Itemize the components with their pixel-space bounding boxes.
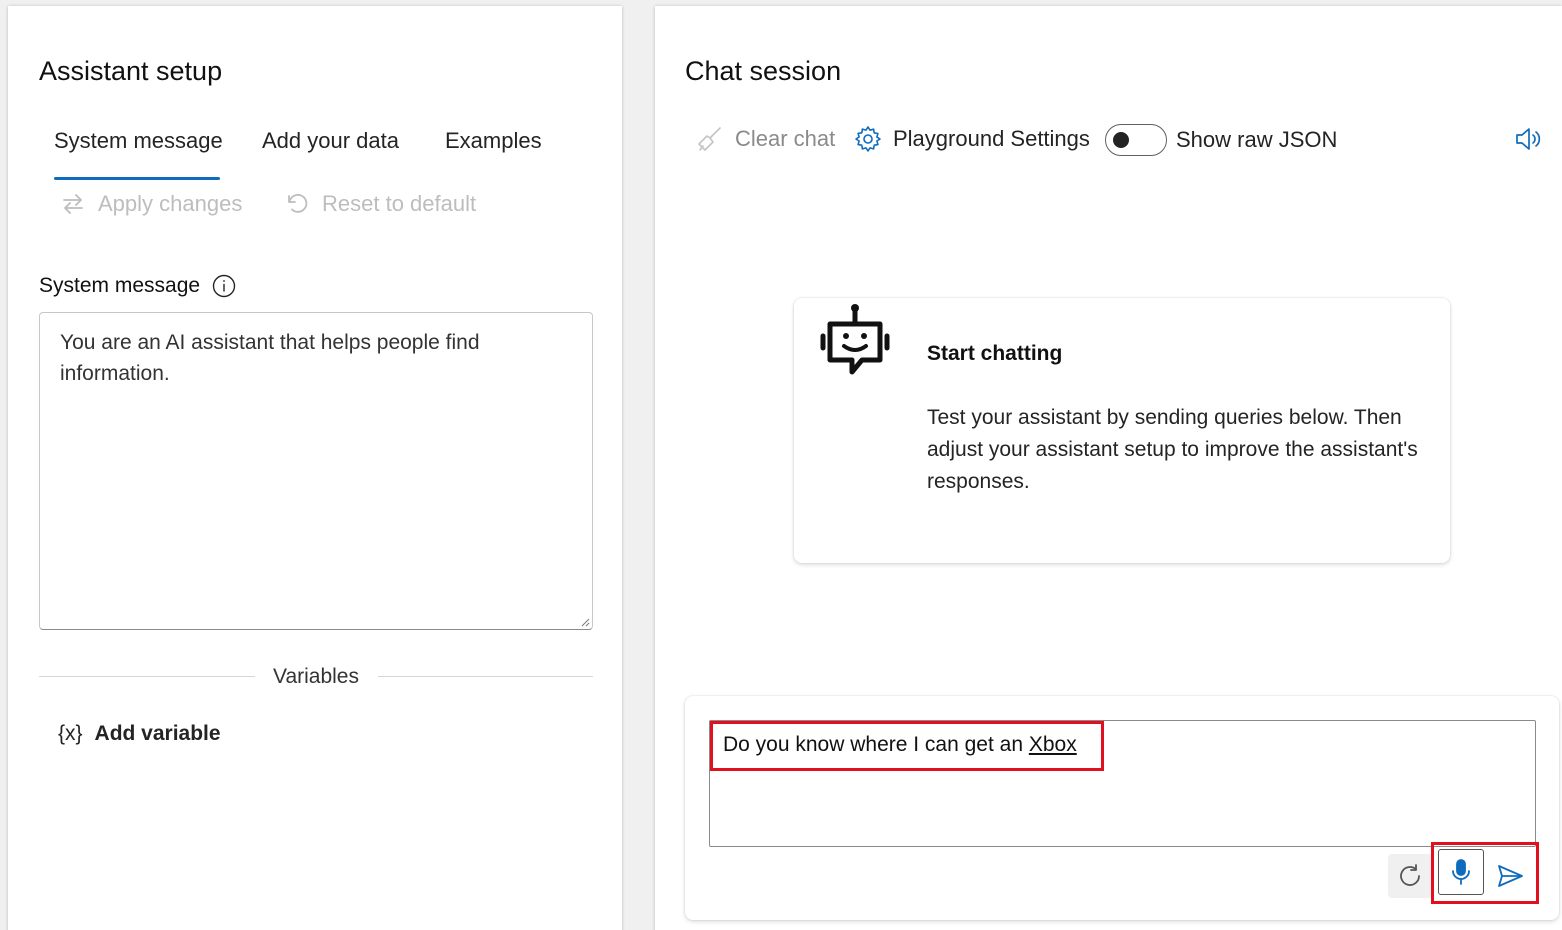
assistant-setup-panel: Assistant setup System message Add your … bbox=[8, 6, 622, 930]
tab-system-message[interactable]: System message bbox=[54, 128, 223, 154]
start-chatting-body: Test your assistant by sending queries b… bbox=[927, 406, 1418, 493]
reset-to-default-label: Reset to default bbox=[322, 191, 477, 216]
start-chatting-card: Start chatting Test your assistant by se… bbox=[794, 298, 1450, 563]
add-variable-button[interactable]: {x} Add variable bbox=[58, 722, 221, 746]
active-tab-indicator bbox=[54, 177, 220, 180]
tab-add-your-data[interactable]: Add your data bbox=[262, 128, 399, 154]
start-chatting-title: Start chatting bbox=[927, 342, 1063, 365]
broom-icon bbox=[698, 127, 721, 151]
variables-divider-left bbox=[39, 676, 255, 677]
system-message-label: System message bbox=[39, 274, 201, 297]
refresh-icon bbox=[1400, 864, 1420, 886]
add-variable-label: Add variable bbox=[94, 722, 221, 745]
refresh-button[interactable] bbox=[1388, 854, 1432, 898]
variables-label: Variables bbox=[273, 665, 359, 688]
swap-arrows-icon bbox=[63, 194, 83, 214]
robot-icon bbox=[820, 304, 890, 375]
clear-chat-button[interactable]: Clear chat bbox=[695, 124, 835, 154]
send-icon bbox=[1498, 865, 1523, 887]
assistant-setup-title: Assistant setup bbox=[39, 56, 223, 86]
chat-session-panel: Chat session Clear chat Playground Setti… bbox=[655, 6, 1562, 930]
system-message-textarea[interactable]: You are an AI assistant that helps peopl… bbox=[39, 312, 593, 630]
apply-changes-label: Apply changes bbox=[98, 191, 243, 216]
reset-to-default-button[interactable]: Reset to default bbox=[284, 191, 476, 217]
chat-input-text: Do you know where I can get an Xbox bbox=[723, 733, 1077, 757]
microphone-button[interactable] bbox=[1438, 849, 1484, 895]
chat-session-title: Chat session bbox=[685, 56, 842, 86]
microphone-icon bbox=[1452, 859, 1470, 885]
apply-changes-button[interactable]: Apply changes bbox=[60, 191, 242, 217]
clear-chat-label: Clear chat bbox=[735, 126, 836, 151]
chat-input-text-underlined: Xbox bbox=[1028, 733, 1077, 756]
undo-icon bbox=[288, 193, 308, 213]
toggle-knob bbox=[1113, 132, 1129, 148]
system-message-text: You are an AI assistant that helps peopl… bbox=[60, 331, 480, 385]
resize-grip-icon[interactable] bbox=[580, 617, 590, 627]
playground-settings-label: Playground Settings bbox=[893, 126, 1090, 151]
chat-input[interactable]: Do you know where I can get an Xbox bbox=[709, 720, 1536, 847]
info-icon[interactable] bbox=[212, 274, 236, 298]
variables-divider-right bbox=[378, 676, 593, 677]
show-raw-json-toggle[interactable] bbox=[1105, 124, 1167, 156]
gear-icon bbox=[855, 126, 881, 152]
variable-icon: {x} bbox=[58, 722, 83, 745]
system-message-label-row: System message bbox=[39, 274, 236, 298]
send-button[interactable] bbox=[1488, 854, 1532, 898]
speaker-icon[interactable] bbox=[1512, 123, 1544, 155]
tab-examples[interactable]: Examples bbox=[445, 128, 542, 154]
show-raw-json-toggle-row: Show raw JSON bbox=[1105, 124, 1337, 156]
chat-input-text-prefix: Do you know where I can get an bbox=[723, 733, 1029, 756]
show-raw-json-label: Show raw JSON bbox=[1176, 127, 1338, 152]
playground-settings-button[interactable]: Playground Settings bbox=[853, 124, 1090, 154]
chat-input-card: Do you know where I can get an Xbox bbox=[685, 696, 1559, 920]
